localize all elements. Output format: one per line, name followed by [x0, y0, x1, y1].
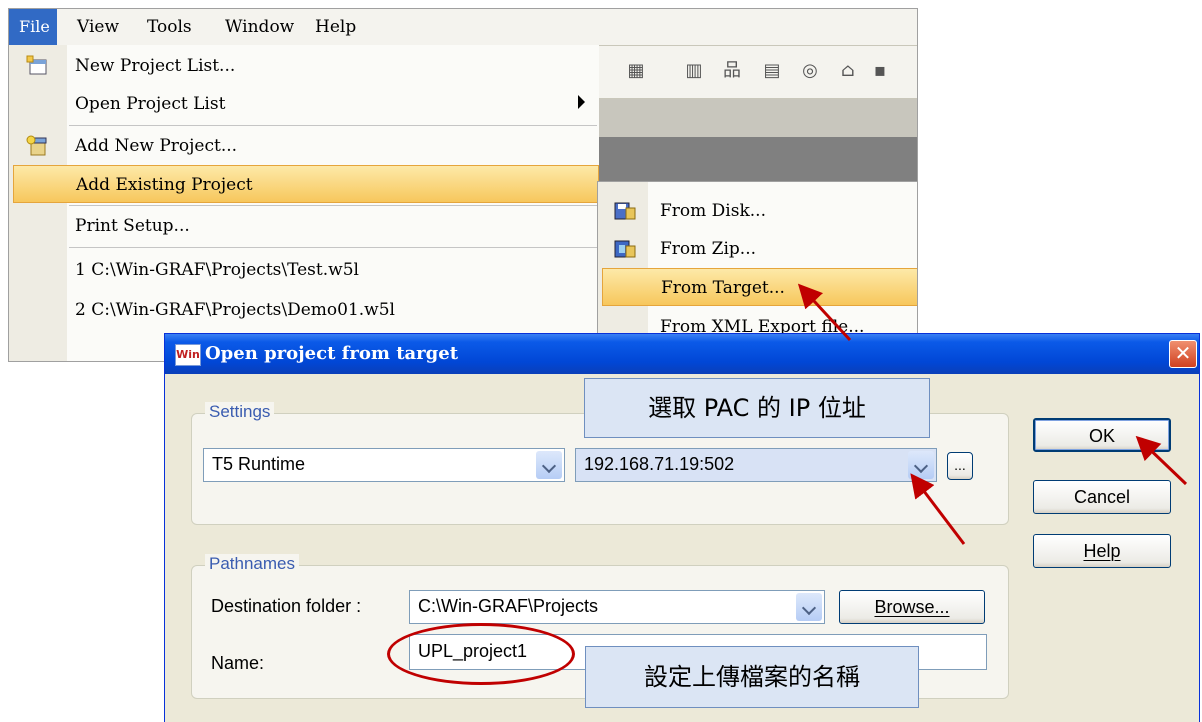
annotation-arrows	[797, 283, 1188, 545]
arrow-ok	[1135, 435, 1188, 486]
arrow-ip-dropdown	[910, 473, 966, 545]
arrow-from-target	[797, 283, 852, 342]
